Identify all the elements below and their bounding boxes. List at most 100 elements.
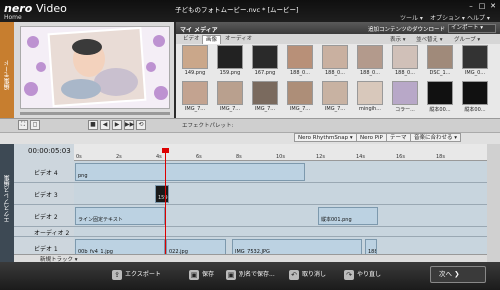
thumbnail-image: [287, 81, 313, 105]
track-name[interactable]: ビデオ 2: [34, 212, 58, 221]
express-edit-label: エクスプレス編集: [4, 175, 11, 223]
thumbnail-label: IMG_7...: [289, 106, 311, 112]
ruler-tick-label: 2s: [116, 154, 122, 160]
thumbnail-label: IMG_7...: [254, 106, 276, 112]
thumbnail-image: [392, 81, 418, 105]
timeline-clip[interactable]: ライン固定テキスト: [75, 207, 165, 225]
media-thumbnail[interactable]: 188_0...: [355, 45, 385, 79]
media-thumbnail[interactable]: IMG_7...: [250, 81, 280, 115]
thumbnail-label: 159.png: [219, 70, 241, 76]
edit-mode-label: 編集モード: [4, 60, 11, 90]
export-button[interactable]: ⇪ エクスポート: [108, 268, 165, 282]
timeline-clip[interactable]: 縦本001.png: [318, 207, 378, 225]
loop-button[interactable]: ⟲: [136, 120, 146, 130]
group-menu[interactable]: グループ ▾: [454, 35, 480, 43]
thumbnail-label: 149.png: [184, 70, 206, 76]
fit-to-music-button[interactable]: 音楽に合わせる ▾: [410, 133, 462, 142]
close-icon[interactable]: ✕: [488, 3, 498, 10]
maximize-icon[interactable]: □: [477, 3, 487, 10]
thumbnail-image: [357, 45, 383, 69]
next-button[interactable]: 次へ ❯: [430, 266, 486, 283]
menu-help[interactable]: ヘルプ ▾: [467, 13, 490, 22]
import-button[interactable]: インポート ▾: [448, 24, 496, 33]
thumbnail-image: [217, 45, 243, 69]
download-content-link[interactable]: 追加コンテンツのダウンロード: [368, 25, 445, 33]
thumbnail-label: IMG_7...: [219, 106, 241, 112]
stop-button[interactable]: ■: [88, 120, 98, 130]
media-thumbnail[interactable]: 188_0...: [285, 45, 315, 79]
ruler-tick-label: 0s: [76, 154, 82, 160]
fullscreen-icon[interactable]: ⛶: [18, 120, 28, 130]
media-thumbnail[interactable]: mingih...: [355, 81, 385, 115]
thumbnail-label: コラー...: [395, 107, 415, 113]
minimize-icon[interactable]: –: [466, 3, 476, 10]
ruler-tick-label: 10s: [276, 154, 285, 160]
home-button[interactable]: Home: [4, 14, 22, 21]
redo-button[interactable]: ↷ やり直し: [340, 268, 385, 282]
fast-forward-button[interactable]: ▶▶: [124, 120, 134, 130]
thumbnail-image: [322, 45, 348, 69]
track-name[interactable]: ビデオ 1: [34, 244, 58, 253]
media-thumbnail[interactable]: IMG_7...: [320, 81, 350, 115]
thumbnail-image: [287, 45, 313, 69]
thumbnail-label: DSC_1...: [429, 70, 451, 76]
prev-frame-button[interactable]: ◀: [100, 120, 110, 130]
thumbnail-image: [462, 81, 488, 105]
view-menu[interactable]: 表示 ▾: [390, 35, 406, 43]
media-thumbnail[interactable]: 188_0...: [390, 45, 420, 79]
ruler-tick-label: 4s: [156, 154, 162, 160]
thumbnail-label: 167.png: [254, 70, 276, 76]
thumbnail-label: 188_0...: [360, 70, 380, 76]
thumbnail-image: [252, 45, 278, 69]
save-as-button[interactable]: ▣ 別名で保存...: [222, 268, 279, 282]
save-button[interactable]: ▣ 保存: [185, 268, 218, 282]
media-thumbnail[interactable]: IMG_7...: [180, 81, 210, 115]
menu-tools[interactable]: ツール ▾: [400, 13, 423, 22]
tab-audio[interactable]: オーディオ: [222, 35, 255, 44]
tab-images[interactable]: 画像: [202, 35, 222, 44]
timeline-scrollbar[interactable]: [14, 254, 487, 262]
playhead[interactable]: [165, 150, 166, 262]
snapshot-icon[interactable]: ◻: [30, 120, 40, 130]
track-name[interactable]: ビデオ 3: [34, 190, 58, 199]
playhead-handle[interactable]: [162, 148, 169, 153]
media-thumbnail[interactable]: 167.png: [250, 45, 280, 79]
undo-button[interactable]: ↶ 取り消し: [285, 268, 330, 282]
track-name[interactable]: オーディオ 2: [34, 228, 69, 237]
thumbnail-image: [322, 81, 348, 105]
app-name: Video: [36, 2, 67, 15]
media-thumbnail[interactable]: コラー...: [390, 81, 420, 115]
save-as-icon: ▣: [226, 269, 236, 280]
theme-button[interactable]: テーマ: [386, 133, 411, 142]
rhythm-snap-button[interactable]: Nero RhythmSnap ▾: [294, 133, 357, 142]
tab-video[interactable]: ビデオ: [180, 35, 203, 44]
thumbnail-image: [182, 81, 208, 105]
undo-icon: ↶: [289, 269, 299, 280]
media-thumbnail[interactable]: IMG_0...: [460, 45, 490, 79]
ruler-tick-label: 6s: [196, 154, 202, 160]
thumbnail-label: mingih...: [359, 106, 381, 112]
preview-video[interactable]: [20, 26, 170, 109]
play-button[interactable]: ▶: [112, 120, 122, 130]
media-thumbnail[interactable]: IMG_7...: [285, 81, 315, 115]
timeline-clip[interactable]: 159.png: [155, 185, 169, 203]
thumbnail-label: 縦本00...: [429, 107, 451, 113]
menu-options[interactable]: オプション ▾: [430, 13, 465, 22]
thumbnail-image: [427, 45, 453, 69]
media-thumbnail[interactable]: 縦本00...: [425, 81, 455, 115]
ruler-tick-label: 8s: [236, 154, 242, 160]
thumbnail-image: [462, 45, 488, 69]
effect-palette-label[interactable]: エフェクトパレット:: [182, 121, 233, 129]
media-thumbnail[interactable]: IMG_7...: [215, 81, 245, 115]
ruler-tick-label: 16s: [396, 154, 405, 160]
media-thumbnail[interactable]: 159.png: [215, 45, 245, 79]
media-thumbnail[interactable]: 188_0...: [320, 45, 350, 79]
timeline-clip[interactable]: png: [75, 163, 305, 181]
pip-button[interactable]: Nero PiP: [356, 133, 387, 142]
track-name[interactable]: ビデオ 4: [34, 168, 58, 177]
media-thumbnail[interactable]: 149.png: [180, 45, 210, 79]
preview-scrubber[interactable]: [20, 112, 170, 115]
sort-menu[interactable]: 並べ替え ▾: [416, 35, 443, 43]
media-thumbnail[interactable]: DSC_1...: [425, 45, 455, 79]
media-thumbnail[interactable]: 縦本00...: [460, 81, 490, 115]
